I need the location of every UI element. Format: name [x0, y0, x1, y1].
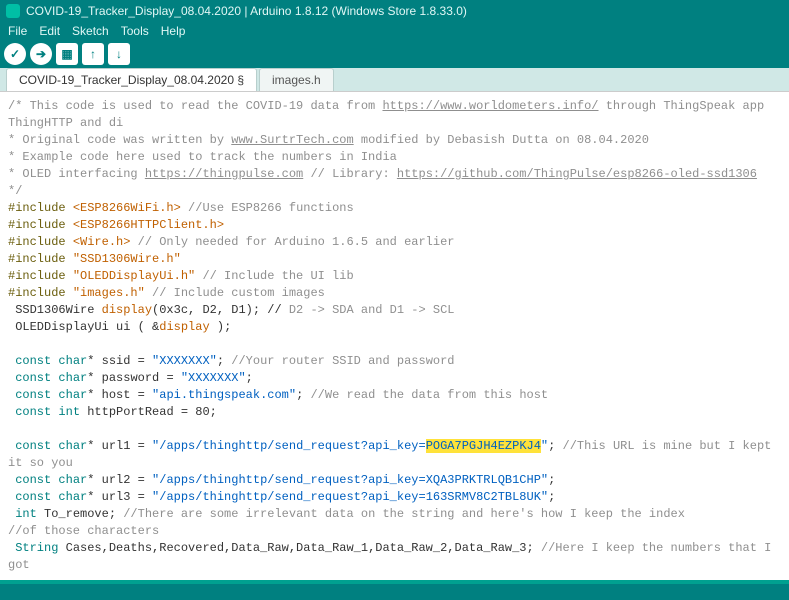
- arrow-down-icon: ↓: [116, 47, 122, 61]
- window-title: COVID-19_Tracker_Display_08.04.2020 | Ar…: [26, 4, 467, 18]
- statusbar: [0, 580, 789, 600]
- menu-sketch[interactable]: Sketch: [68, 24, 113, 38]
- arrow-up-icon: ↑: [90, 47, 96, 61]
- save-button[interactable]: ↓: [108, 43, 130, 65]
- app-icon: [6, 4, 20, 18]
- arrow-right-icon: ➔: [36, 47, 46, 61]
- titlebar: COVID-19_Tracker_Display_08.04.2020 | Ar…: [0, 0, 789, 22]
- new-button[interactable]: ▦: [56, 43, 78, 65]
- new-file-icon: ▦: [61, 47, 72, 61]
- tab-label: images.h: [272, 73, 321, 87]
- check-icon: ✓: [10, 47, 20, 61]
- menubar: File Edit Sketch Tools Help: [0, 22, 789, 40]
- verify-button[interactable]: ✓: [4, 43, 26, 65]
- menu-file[interactable]: File: [4, 24, 31, 38]
- menu-edit[interactable]: Edit: [35, 24, 64, 38]
- tab-label: COVID-19_Tracker_Display_08.04.2020 §: [19, 73, 244, 87]
- menu-help[interactable]: Help: [157, 24, 190, 38]
- tabbar: COVID-19_Tracker_Display_08.04.2020 § im…: [0, 68, 789, 92]
- upload-button[interactable]: ➔: [30, 43, 52, 65]
- tab-images-h[interactable]: images.h: [259, 68, 334, 91]
- code-editor[interactable]: /* This code is used to read the COVID-1…: [0, 92, 789, 580]
- open-button[interactable]: ↑: [82, 43, 104, 65]
- toolbar: ✓ ➔ ▦ ↑ ↓: [0, 40, 789, 68]
- menu-tools[interactable]: Tools: [117, 24, 153, 38]
- tab-main-sketch[interactable]: COVID-19_Tracker_Display_08.04.2020 §: [6, 68, 257, 91]
